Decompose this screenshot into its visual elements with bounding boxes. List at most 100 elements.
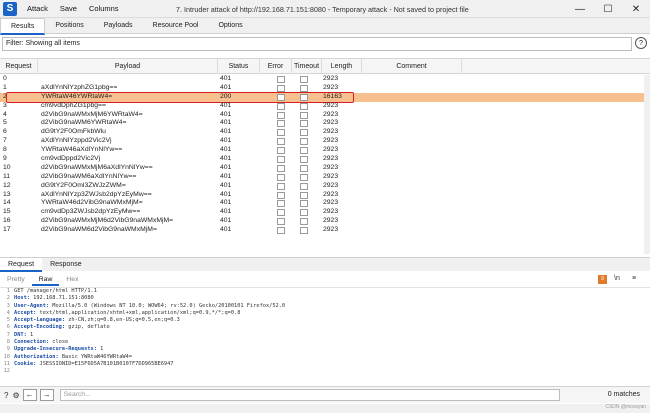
tab-results[interactable]: Results bbox=[0, 18, 46, 35]
header-value: Mozilla/5.0 (Windows NT 10.0; WOW64; rv:… bbox=[49, 302, 286, 309]
settings-icon[interactable]: ⚙ bbox=[12, 391, 19, 400]
header-key: DNT: bbox=[14, 331, 27, 338]
timeout-checkbox bbox=[300, 84, 308, 92]
table-row[interactable]: 7 aXdlYnNlYzppd2Vic2Vj 401 2923 bbox=[0, 137, 650, 146]
table-row[interactable]: 3 cm9vdDphZG1pbg== 401 2923 bbox=[0, 102, 650, 111]
payload-cell: aXdlYnNlYzppd2Vic2Vj bbox=[41, 137, 112, 145]
error-checkbox bbox=[277, 200, 285, 208]
timeout-checkbox bbox=[300, 218, 308, 226]
tab-hex[interactable]: Hex bbox=[59, 274, 85, 286]
help-circle-icon[interactable]: ? bbox=[4, 391, 8, 400]
filter-bar[interactable]: Filter: Showing all items bbox=[2, 37, 632, 51]
column-timeout[interactable]: Timeout bbox=[292, 59, 322, 74]
table-row[interactable]: 9 cm9vdDppd2Vic2Vj 401 2923 bbox=[0, 155, 650, 164]
status-cell: 401 bbox=[220, 101, 232, 109]
table-body: 0 401 2923 1 aXdlYnNlYzphZG1pbg== 401 2923 2 YWR… bbox=[0, 75, 650, 235]
tab-pretty[interactable]: Pretty bbox=[0, 274, 32, 286]
table-row[interactable]: 5 d2VibG9naWM6YWRtaW4= 401 2923 bbox=[0, 119, 650, 128]
burp-logo-icon: S bbox=[3, 1, 17, 16]
table-row[interactable]: 14 YWRtaW46d2VibG9naWMxMjM= 401 2923 bbox=[0, 199, 650, 208]
header-value: gzip, deflate bbox=[65, 324, 110, 331]
column-comment[interactable]: Comment bbox=[362, 59, 462, 74]
table-row[interactable]: 12 dG9tY2F0Oml3ZWJzZWM= 401 2923 bbox=[0, 182, 650, 191]
error-checkbox bbox=[277, 129, 285, 137]
column-payload[interactable]: Payload bbox=[38, 59, 218, 74]
menu-attack[interactable]: Attack bbox=[27, 4, 48, 13]
line-number: 8 bbox=[6, 339, 10, 346]
table-row[interactable]: 4 d2VibG9naWMxMjM6YWRtaW4= 401 2923 bbox=[0, 111, 650, 120]
code-text: Authorization: Basic YWRtaW46YWRtaW4= bbox=[14, 354, 132, 361]
search-input[interactable]: Search... bbox=[59, 389, 560, 401]
table-row[interactable]: 10 d2VibG9naWMxMjM6aXdlYnNlYw== 401 2923 bbox=[0, 164, 650, 173]
length-cell: 2923 bbox=[323, 181, 339, 189]
table-row[interactable]: 16 d2VibG9naWMxMjM6d2VibG9naWMxMjM= 401 292… bbox=[0, 217, 650, 226]
tab-request[interactable]: Request bbox=[0, 258, 43, 272]
newline-icon[interactable]: \n bbox=[614, 275, 620, 282]
forward-button[interactable]: → bbox=[39, 389, 54, 401]
error-checkbox bbox=[277, 191, 285, 199]
menu-save[interactable]: Save bbox=[60, 4, 77, 13]
request-number: 10 bbox=[3, 163, 11, 171]
table-row[interactable]: 8 YWRtaW46aXdlYnNlYw== 401 2923 bbox=[0, 146, 650, 155]
column-error[interactable]: Error bbox=[260, 59, 292, 74]
line-number: 2 bbox=[6, 295, 10, 302]
table-row[interactable]: 6 dG9tY2F0OmFkbWlu 401 2923 bbox=[0, 128, 650, 137]
minimize-icon[interactable]: — bbox=[566, 0, 594, 18]
tab-resource-pool[interactable]: Resource Pool bbox=[143, 18, 209, 34]
tab-payloads[interactable]: Payloads bbox=[94, 18, 143, 34]
length-cell: 2923 bbox=[323, 128, 339, 136]
status-cell: 401 bbox=[220, 119, 232, 127]
request-number: 16 bbox=[3, 217, 11, 225]
timeout-checkbox bbox=[300, 200, 308, 208]
header-key: Accept-Language: bbox=[14, 317, 66, 324]
code-line: 8 Connection: close bbox=[0, 339, 650, 346]
request-number: 4 bbox=[3, 110, 7, 118]
back-button[interactable]: ← bbox=[22, 389, 37, 401]
table-scrollbar[interactable] bbox=[644, 75, 650, 254]
tab-response[interactable]: Response bbox=[42, 258, 90, 272]
code-line: 1 GET /manager/html HTTP/1.1 bbox=[0, 288, 650, 295]
payload-cell: YWRtaW46aXdlYnNlYw== bbox=[41, 146, 123, 154]
line-number: 6 bbox=[6, 324, 10, 331]
pretty-print-icon[interactable]: ≡ bbox=[598, 275, 607, 284]
length-cell: 2923 bbox=[323, 217, 339, 225]
status-cell: 401 bbox=[220, 110, 232, 118]
error-checkbox bbox=[277, 173, 285, 181]
error-checkbox bbox=[277, 147, 285, 155]
table-row[interactable]: 11 d2VibG9naWM6aXdlYnNlYw== 401 2923 bbox=[0, 173, 650, 182]
line-number: 4 bbox=[6, 309, 10, 316]
window-title: 7. Intruder attack of http://192.168.71.… bbox=[176, 5, 469, 14]
table-row[interactable]: 13 aXdlYnNlYzp3ZWJsb2dpYzEyMw== 401 2923 bbox=[0, 191, 650, 200]
column-request[interactable]: Request bbox=[0, 59, 38, 74]
line-number: 1 bbox=[6, 288, 10, 294]
column-length[interactable]: Length bbox=[322, 59, 362, 74]
menu-icon[interactable]: ≡ bbox=[632, 275, 636, 282]
table-row[interactable]: 0 401 2923 bbox=[0, 75, 650, 84]
table-row[interactable]: 15 cm9vdDp3ZWJsb2dpYzEyMw== 401 2923 bbox=[0, 208, 650, 217]
line-number: 11 bbox=[3, 360, 10, 367]
length-cell: 2923 bbox=[323, 101, 339, 109]
table-row[interactable]: 17 d2VibG9naWM6d2VibG9naWMxMjM= 401 2923 bbox=[0, 226, 650, 235]
maximize-icon[interactable]: ☐ bbox=[594, 0, 622, 18]
tab-raw[interactable]: Raw bbox=[31, 274, 60, 286]
view-tabs: Pretty Raw Hex bbox=[0, 273, 650, 287]
help-icon[interactable]: ? bbox=[635, 37, 647, 49]
code-line: 3 User-Agent: Mozilla/5.0 (Windows NT 10.… bbox=[0, 303, 650, 310]
status-cell: 401 bbox=[220, 155, 232, 163]
length-cell: 2923 bbox=[323, 75, 339, 82]
tab-options[interactable]: Options bbox=[208, 18, 252, 34]
timeout-checkbox bbox=[300, 147, 308, 155]
close-icon[interactable]: ✕ bbox=[622, 0, 650, 18]
status-cell: 401 bbox=[220, 226, 232, 234]
length-cell: 2923 bbox=[323, 199, 339, 207]
code-line: 6 Accept-Encoding: gzip, deflate bbox=[0, 324, 650, 331]
tab-positions[interactable]: Positions bbox=[45, 18, 93, 34]
header-key: Accept: bbox=[14, 309, 37, 316]
table-row[interactable]: 2 YWRtaW46YWRtaW4= 200 16163 bbox=[0, 91, 650, 103]
status-cell: 401 bbox=[220, 199, 232, 207]
column-status[interactable]: Status bbox=[218, 59, 260, 74]
menu-columns[interactable]: Columns bbox=[89, 4, 119, 13]
length-cell: 2923 bbox=[323, 190, 339, 198]
request-editor[interactable]: 1 GET /manager/html HTTP/1.1 2 Host: 192.16… bbox=[0, 287, 650, 383]
timeout-checkbox bbox=[300, 209, 308, 217]
